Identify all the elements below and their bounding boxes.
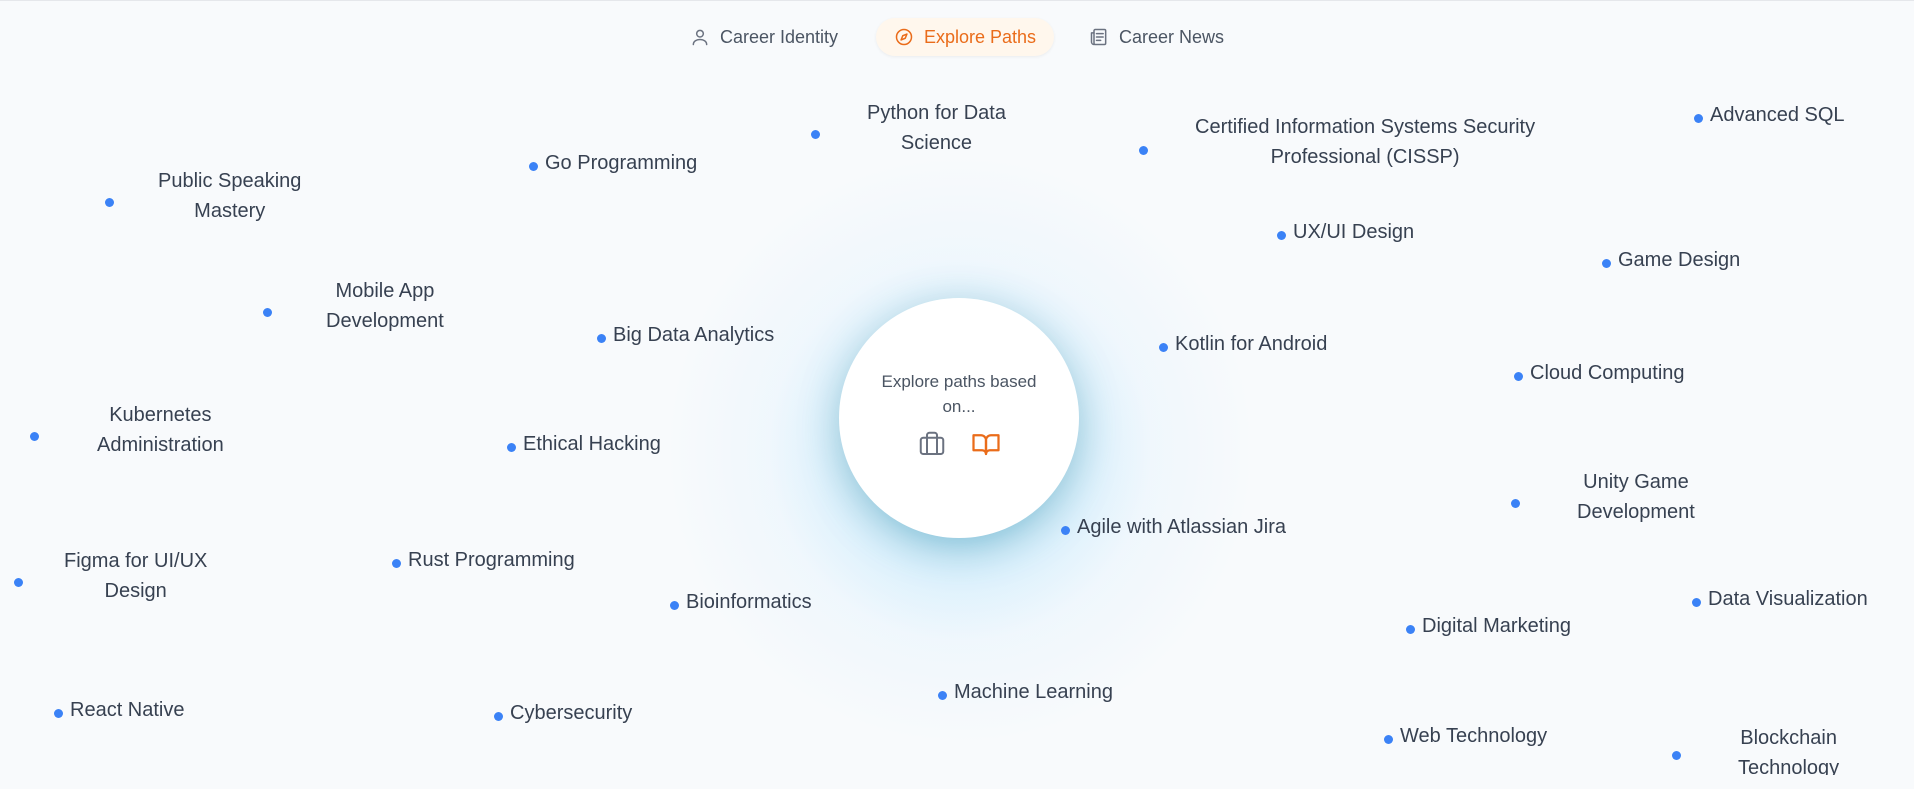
path-label[interactable]: Web Technology: [1400, 721, 1547, 751]
path-dot[interactable]: [1511, 499, 1520, 508]
path-label[interactable]: Advanced SQL: [1710, 100, 1845, 130]
path-label-line: Kotlin for Android: [1175, 333, 1328, 355]
book-open-icon[interactable]: [971, 429, 1001, 459]
briefcase-icon[interactable]: [917, 429, 947, 459]
path-label-line: Kubernetes: [109, 404, 212, 426]
path-dot[interactable]: [597, 334, 606, 343]
path-label-line: Science: [900, 132, 973, 154]
path-label-line: Cloud Computing: [1530, 362, 1685, 384]
path-label-line: Development: [326, 310, 444, 332]
path-dot[interactable]: [1277, 231, 1286, 240]
path-label[interactable]: UX/UI Design: [1293, 217, 1414, 247]
path-dot[interactable]: [1672, 751, 1681, 760]
path-label-line: Public Speaking: [158, 170, 302, 192]
path-label-line: Machine Learning: [954, 681, 1113, 703]
path-label[interactable]: Figma for UI/UX Design: [64, 546, 207, 606]
path-label-line: Design: [104, 580, 167, 602]
path-label[interactable]: React Native: [70, 695, 185, 725]
path-label[interactable]: Mobile App Development: [326, 276, 444, 336]
path-dot[interactable]: [1384, 735, 1393, 744]
path-label-line: Agile with Atlassian Jira: [1077, 516, 1286, 538]
tab-explore-paths[interactable]: Explore Paths: [876, 18, 1055, 56]
path-label[interactable]: Unity Game Development: [1577, 467, 1695, 527]
path-dot[interactable]: [1159, 343, 1168, 352]
path-dot[interactable]: [1406, 625, 1415, 634]
path-label-line: Python for Data: [867, 102, 1006, 124]
user-icon: [690, 27, 710, 47]
path-dot[interactable]: [938, 691, 947, 700]
path-label[interactable]: Certified Information Systems Security Pr…: [1195, 112, 1535, 172]
path-dot[interactable]: [105, 198, 114, 207]
path-label-line: Mobile App: [335, 280, 435, 302]
newspaper-icon: [1089, 27, 1109, 47]
path-label-line: Figma for UI/UX: [64, 550, 208, 572]
path-dot[interactable]: [1061, 526, 1070, 535]
path-label-line: Unity Game: [1583, 471, 1689, 493]
path-dot[interactable]: [670, 601, 679, 610]
path-label[interactable]: Kotlin for Android: [1175, 329, 1327, 359]
path-label-line: UX/UI Design: [1293, 221, 1415, 243]
path-label-line: Bioinformatics: [686, 591, 812, 613]
tab-label: Explore Paths: [924, 26, 1037, 47]
path-label[interactable]: Public Speaking Mastery: [158, 166, 301, 226]
path-dot[interactable]: [529, 162, 538, 171]
path-label-line: Development: [1577, 501, 1695, 523]
path-label[interactable]: Cloud Computing: [1530, 358, 1685, 388]
path-label[interactable]: Agile with Atlassian Jira: [1077, 512, 1286, 542]
path-dot[interactable]: [30, 432, 39, 441]
path-label-line: Big Data Analytics: [613, 324, 775, 346]
path-label-line: Technology: [1738, 757, 1840, 775]
path-label-line: Web Technology: [1400, 725, 1548, 747]
path-dot[interactable]: [263, 308, 272, 317]
explore-hub: Explore paths based on...: [839, 298, 1079, 538]
path-label[interactable]: Python for Data Science: [867, 98, 1006, 158]
path-label-line: Certified Information Systems Security: [1195, 116, 1536, 138]
tab-label: Career Identity: [720, 26, 839, 47]
path-label[interactable]: Ethical Hacking: [523, 429, 661, 459]
path-label-line: Administration: [97, 434, 224, 456]
path-label-line: React Native: [70, 699, 185, 721]
tab-bar: Career Identity Explore Paths Career New…: [0, 18, 1914, 56]
tab-label: Career News: [1119, 26, 1225, 47]
path-dot[interactable]: [54, 709, 63, 718]
path-label-line: Professional (CISSP): [1270, 146, 1460, 168]
path-label[interactable]: Data Visualization: [1708, 584, 1868, 614]
paths-canvas: Explore paths based on... Python for Dat…: [0, 60, 1914, 775]
path-label-line: Blockchain: [1740, 727, 1837, 749]
path-label[interactable]: Blockchain Technology: [1738, 723, 1839, 775]
path-label-line: Go Programming: [545, 152, 698, 174]
path-label-line: Digital Marketing: [1422, 615, 1571, 637]
path-dot[interactable]: [507, 443, 516, 452]
path-label-line: Cybersecurity: [510, 702, 633, 724]
path-label-line: Data Visualization: [1708, 588, 1868, 610]
path-label-line: Ethical Hacking: [523, 433, 661, 455]
path-label[interactable]: Kubernetes Administration: [97, 400, 224, 460]
path-label-line: Rust Programming: [408, 549, 575, 571]
path-label-line: Mastery: [194, 200, 266, 222]
path-dot[interactable]: [1514, 372, 1523, 381]
path-dot[interactable]: [1139, 146, 1148, 155]
path-label-line: Advanced SQL: [1710, 104, 1845, 126]
compass-icon: [894, 27, 914, 47]
path-dot[interactable]: [811, 130, 820, 139]
path-label-line: Game Design: [1618, 249, 1741, 271]
path-label[interactable]: Big Data Analytics: [613, 320, 774, 350]
path-dot[interactable]: [392, 559, 401, 568]
path-dot[interactable]: [1602, 259, 1611, 268]
path-dot[interactable]: [14, 578, 23, 587]
tab-career-identity[interactable]: Career Identity: [672, 18, 856, 56]
top-border: [0, 0, 1914, 1]
path-label[interactable]: Cybersecurity: [510, 698, 632, 728]
path-label[interactable]: Bioinformatics: [686, 587, 812, 617]
path-label[interactable]: Game Design: [1618, 245, 1740, 275]
path-dot[interactable]: [1694, 114, 1703, 123]
path-dot[interactable]: [1692, 598, 1701, 607]
hub-prompt: Explore paths based on...: [881, 372, 1037, 416]
path-label[interactable]: Machine Learning: [954, 677, 1113, 707]
path-label[interactable]: Go Programming: [545, 148, 697, 178]
path-label[interactable]: Digital Marketing: [1422, 611, 1571, 641]
tab-career-news[interactable]: Career News: [1071, 18, 1242, 56]
path-dot[interactable]: [494, 712, 503, 721]
path-label[interactable]: Rust Programming: [408, 545, 575, 575]
